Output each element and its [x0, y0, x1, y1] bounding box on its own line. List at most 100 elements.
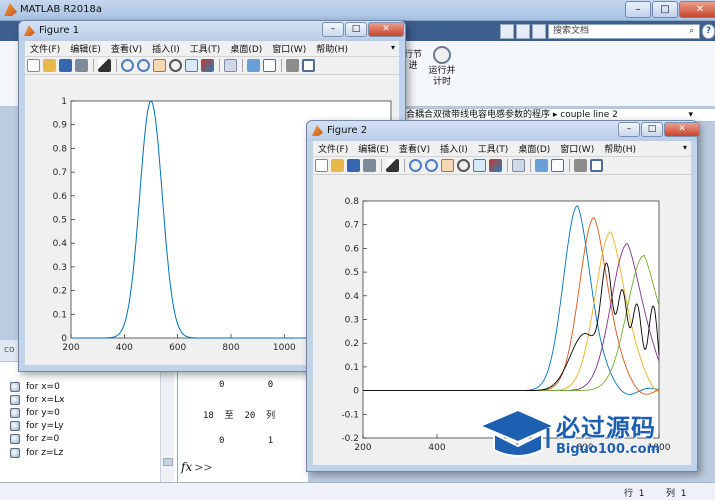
- help-icon[interactable]: ?: [702, 24, 715, 39]
- search-placeholder: 搜索文档: [553, 26, 590, 36]
- menu-file[interactable]: 文件(F): [313, 142, 353, 155]
- link-plot-icon[interactable]: [224, 59, 237, 72]
- zoom-out-icon[interactable]: [137, 59, 150, 72]
- command-history-list: for x=0 for x=Lx for y=0 for y=Ly for z=…: [10, 380, 64, 459]
- menu-view[interactable]: 查看(V): [106, 42, 147, 55]
- y-tick-label: 0.7: [53, 168, 67, 178]
- menu-tools[interactable]: 工具(T): [473, 142, 514, 155]
- menu-desktop[interactable]: 桌面(D): [513, 142, 555, 155]
- watermark-site-text: Biguo100.com: [556, 442, 661, 457]
- toolbar-separator: [116, 59, 117, 72]
- figure-1-title-bar: Figure 1 – □ ✕: [19, 21, 405, 41]
- y-tick-label: 0.4: [53, 239, 68, 249]
- quick-access-back-icon[interactable]: [500, 24, 514, 39]
- y-tick-label: 0.2: [53, 287, 67, 297]
- command-icon: [10, 434, 20, 445]
- data-cursor-icon[interactable]: [185, 59, 198, 72]
- close-button[interactable]: ✕: [664, 122, 700, 137]
- open-file-icon[interactable]: [43, 59, 56, 72]
- menu-insert[interactable]: 插入(I): [147, 42, 185, 55]
- menu-edit[interactable]: 编辑(E): [65, 42, 106, 55]
- hide-plot-tools-icon[interactable]: [574, 159, 587, 172]
- history-item[interactable]: for y=Ly: [10, 420, 64, 433]
- main-window-title: MATLAB R2018a: [20, 4, 103, 15]
- insert-legend-icon[interactable]: [551, 159, 564, 172]
- quick-access-forward-icon[interactable]: [516, 24, 530, 39]
- documentation-search-input[interactable]: 搜索文档 ⌕: [548, 24, 700, 39]
- maximize-button[interactable]: □: [345, 22, 367, 37]
- insert-legend-icon[interactable]: [263, 59, 276, 72]
- maximize-button[interactable]: □: [652, 1, 678, 18]
- menu-insert[interactable]: 插入(I): [435, 142, 473, 155]
- status-bar: 行 1 列 1: [0, 482, 715, 500]
- rotate-3d-icon[interactable]: [457, 159, 470, 172]
- history-item-text: for x=Lx: [26, 394, 65, 405]
- zoom-in-icon[interactable]: [121, 59, 134, 72]
- save-icon[interactable]: [59, 59, 72, 72]
- print-icon[interactable]: [75, 59, 88, 72]
- toolbar-separator: [569, 159, 570, 172]
- insert-colorbar-icon[interactable]: [535, 159, 548, 172]
- figure-2-toolbar: [313, 157, 691, 175]
- show-plot-tools-icon[interactable]: [302, 59, 315, 72]
- pan-icon[interactable]: [153, 59, 166, 72]
- figure-2-menubar: 文件(F) 编辑(E) 查看(V) 插入(I) 工具(T) 桌面(D) 窗口(W…: [313, 141, 691, 157]
- zoom-in-icon[interactable]: [409, 159, 422, 172]
- y-tick-label: 0: [353, 387, 359, 397]
- history-item-text: for z=Lz: [26, 447, 64, 458]
- y-tick-label: 0.3: [53, 263, 67, 273]
- close-button[interactable]: ✕: [368, 22, 404, 37]
- save-icon[interactable]: [347, 159, 360, 172]
- x-tick-label: 1000: [273, 343, 296, 353]
- link-plot-icon[interactable]: [512, 159, 525, 172]
- history-item[interactable]: for z=Lz: [10, 446, 64, 459]
- open-file-icon[interactable]: [331, 159, 344, 172]
- menu-file[interactable]: 文件(F): [25, 42, 65, 55]
- new-figure-icon[interactable]: [27, 59, 40, 72]
- figure-2-window-controls: – □ ✕: [617, 122, 700, 137]
- data-cursor-icon[interactable]: [473, 159, 486, 172]
- minimize-button[interactable]: –: [625, 1, 651, 18]
- menu-window[interactable]: 窗口(W): [555, 142, 599, 155]
- menu-help[interactable]: 帮助(H): [311, 42, 353, 55]
- history-item[interactable]: for x=Lx: [10, 393, 64, 406]
- scrollbar-thumb[interactable]: [163, 458, 173, 466]
- command-prompt[interactable]: fx >>: [181, 460, 213, 474]
- show-plot-tools-icon[interactable]: [590, 159, 603, 172]
- new-figure-icon[interactable]: [315, 159, 328, 172]
- pan-icon[interactable]: [441, 159, 454, 172]
- y-tick-label: 0.1: [53, 310, 67, 320]
- brush-icon[interactable]: [201, 59, 214, 72]
- pointer-icon[interactable]: [386, 159, 399, 172]
- history-item[interactable]: for x=0: [10, 380, 64, 393]
- close-button[interactable]: ✕: [679, 1, 715, 18]
- zoom-out-icon[interactable]: [425, 159, 438, 172]
- menu-tools[interactable]: 工具(T): [185, 42, 226, 55]
- menu-window[interactable]: 窗口(W): [267, 42, 311, 55]
- status-col-label: 列: [666, 489, 676, 499]
- minimize-button[interactable]: –: [618, 122, 640, 137]
- menu-desktop[interactable]: 桌面(D): [225, 42, 267, 55]
- function-browser-icon[interactable]: fx: [181, 460, 192, 474]
- menu-help[interactable]: 帮助(H): [599, 142, 641, 155]
- toolbar-separator: [530, 159, 531, 172]
- run-and-time-button[interactable]: 运行并 计时: [422, 46, 462, 88]
- y-tick-label: 0.5: [53, 216, 67, 226]
- menu-edit[interactable]: 编辑(E): [353, 142, 394, 155]
- menu-dock-icon[interactable]: ▾: [391, 43, 395, 52]
- rotate-3d-icon[interactable]: [169, 59, 182, 72]
- maximize-button[interactable]: □: [641, 122, 663, 137]
- quick-access-help-icon[interactable]: [532, 24, 546, 39]
- history-item[interactable]: for z=0: [10, 433, 64, 446]
- pointer-icon[interactable]: [98, 59, 111, 72]
- toolbar-separator: [219, 59, 220, 72]
- brush-icon[interactable]: [489, 159, 502, 172]
- menu-dock-icon[interactable]: ▾: [683, 143, 687, 152]
- insert-colorbar-icon[interactable]: [247, 59, 260, 72]
- hide-plot-tools-icon[interactable]: [286, 59, 299, 72]
- x-tick-label: 400: [116, 343, 133, 353]
- history-item[interactable]: for y=0: [10, 406, 64, 419]
- print-icon[interactable]: [363, 159, 376, 172]
- minimize-button[interactable]: –: [322, 22, 344, 37]
- menu-view[interactable]: 查看(V): [394, 142, 435, 155]
